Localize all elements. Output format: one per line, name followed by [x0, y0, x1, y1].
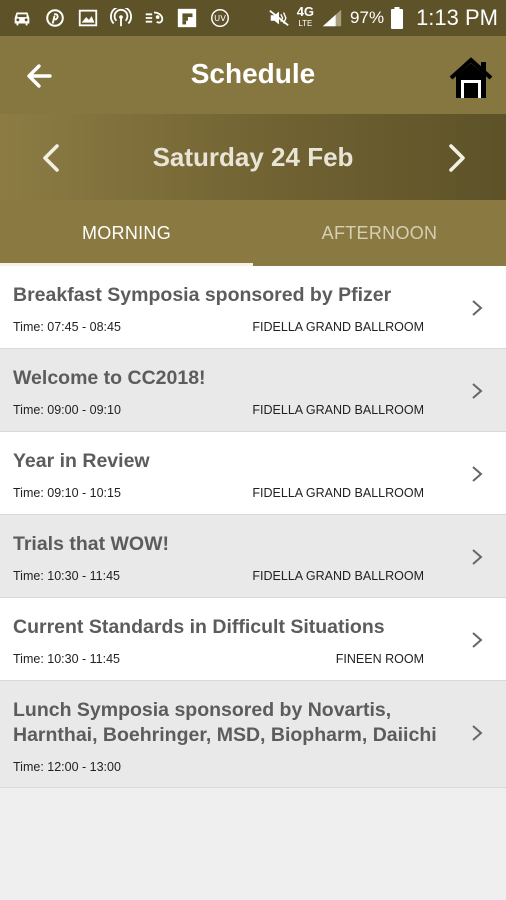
chevron-right-icon — [449, 144, 465, 172]
session-title: Lunch Symposia sponsored by Novartis, Ha… — [13, 699, 437, 746]
session-title: Trials that WOW! — [13, 533, 169, 555]
session-time: Time: 10:30 - 11:45 — [13, 652, 121, 666]
session-row[interactable]: Welcome to CC2018! Time: 09:00 - 09:10 F… — [0, 349, 506, 432]
session-time: Time: 10:30 - 11:45 — [13, 569, 121, 583]
app-bar: Schedule — [0, 36, 506, 114]
chevron-right-icon — [472, 632, 483, 648]
session-time: Time: 09:00 - 09:10 — [13, 403, 121, 417]
session-row[interactable]: Breakfast Symposia sponsored by Pfizer T… — [0, 266, 506, 349]
home-button[interactable] — [448, 56, 494, 100]
session-room: FIDELLA GRAND BALLROOM — [252, 403, 424, 417]
status-bar: UV 4G LTE 97% 1:13 PM — [0, 0, 506, 36]
session-title: Current Standards in Difficult Situation… — [13, 616, 385, 638]
network-type-bottom: LTE — [298, 19, 313, 28]
signal-icon — [320, 8, 344, 28]
session-time: Time: 12:00 - 13:00 — [13, 760, 121, 774]
voicemail-icon — [142, 8, 166, 28]
page-title: Schedule — [190, 58, 316, 89]
session-title: Year in Review — [13, 450, 150, 472]
chevron-right-icon — [472, 300, 483, 316]
session-row[interactable]: Trials that WOW! Time: 10:30 - 11:45 FID… — [0, 515, 506, 598]
session-tabs: MORNING AFTERNOON — [0, 200, 506, 266]
next-day-button[interactable] — [442, 140, 472, 176]
current-date: Saturday 24 Feb — [152, 142, 354, 172]
network-type-top: 4G — [296, 4, 315, 19]
session-list: Breakfast Symposia sponsored by Pfizer T… — [0, 266, 506, 788]
battery-icon — [390, 7, 404, 29]
car-icon — [10, 8, 34, 28]
session-title: Welcome to CC2018! — [13, 367, 206, 389]
date-selector: Saturday 24 Feb — [0, 114, 506, 200]
session-room: FIDELLA GRAND BALLROOM — [252, 569, 424, 583]
chevron-right-icon — [472, 725, 483, 741]
home-icon — [449, 57, 493, 98]
pinterest-icon — [43, 8, 67, 28]
chevron-right-icon — [472, 383, 483, 399]
chevron-right-icon — [472, 549, 483, 565]
session-row[interactable]: Year in Review Time: 09:10 - 10:15 FIDEL… — [0, 432, 506, 515]
wireless-icon — [109, 8, 133, 28]
tab-afternoon[interactable]: AFTERNOON — [253, 200, 506, 266]
session-time: Time: 07:45 - 08:45 — [13, 320, 121, 334]
session-room: FINEEN ROOM — [335, 652, 424, 666]
session-time: Time: 09:10 - 10:15 — [13, 486, 121, 500]
image-icon — [76, 8, 100, 28]
clock: 1:13 PM — [416, 5, 498, 30]
notification-icons: UV — [10, 8, 232, 28]
session-row[interactable]: Lunch Symposia sponsored by Novartis, Ha… — [0, 681, 506, 788]
flipboard-icon — [175, 8, 199, 28]
uv-icon: UV — [208, 8, 232, 28]
session-room: FIDELLA GRAND BALLROOM — [252, 486, 424, 500]
network-type: 4G LTE — [296, 4, 315, 30]
mute-icon — [267, 8, 291, 28]
session-row[interactable]: Current Standards in Difficult Situation… — [0, 598, 506, 681]
session-room: FIDELLA GRAND BALLROOM — [252, 320, 424, 334]
session-title: Breakfast Symposia sponsored by Pfizer — [13, 284, 392, 306]
tab-morning[interactable]: MORNING — [0, 200, 253, 266]
system-icons: 4G LTE 97% 1:13 PM — [267, 5, 498, 31]
svg-text:UV: UV — [214, 13, 226, 23]
chevron-right-icon — [472, 466, 483, 482]
battery-percent: 97% — [350, 8, 385, 27]
